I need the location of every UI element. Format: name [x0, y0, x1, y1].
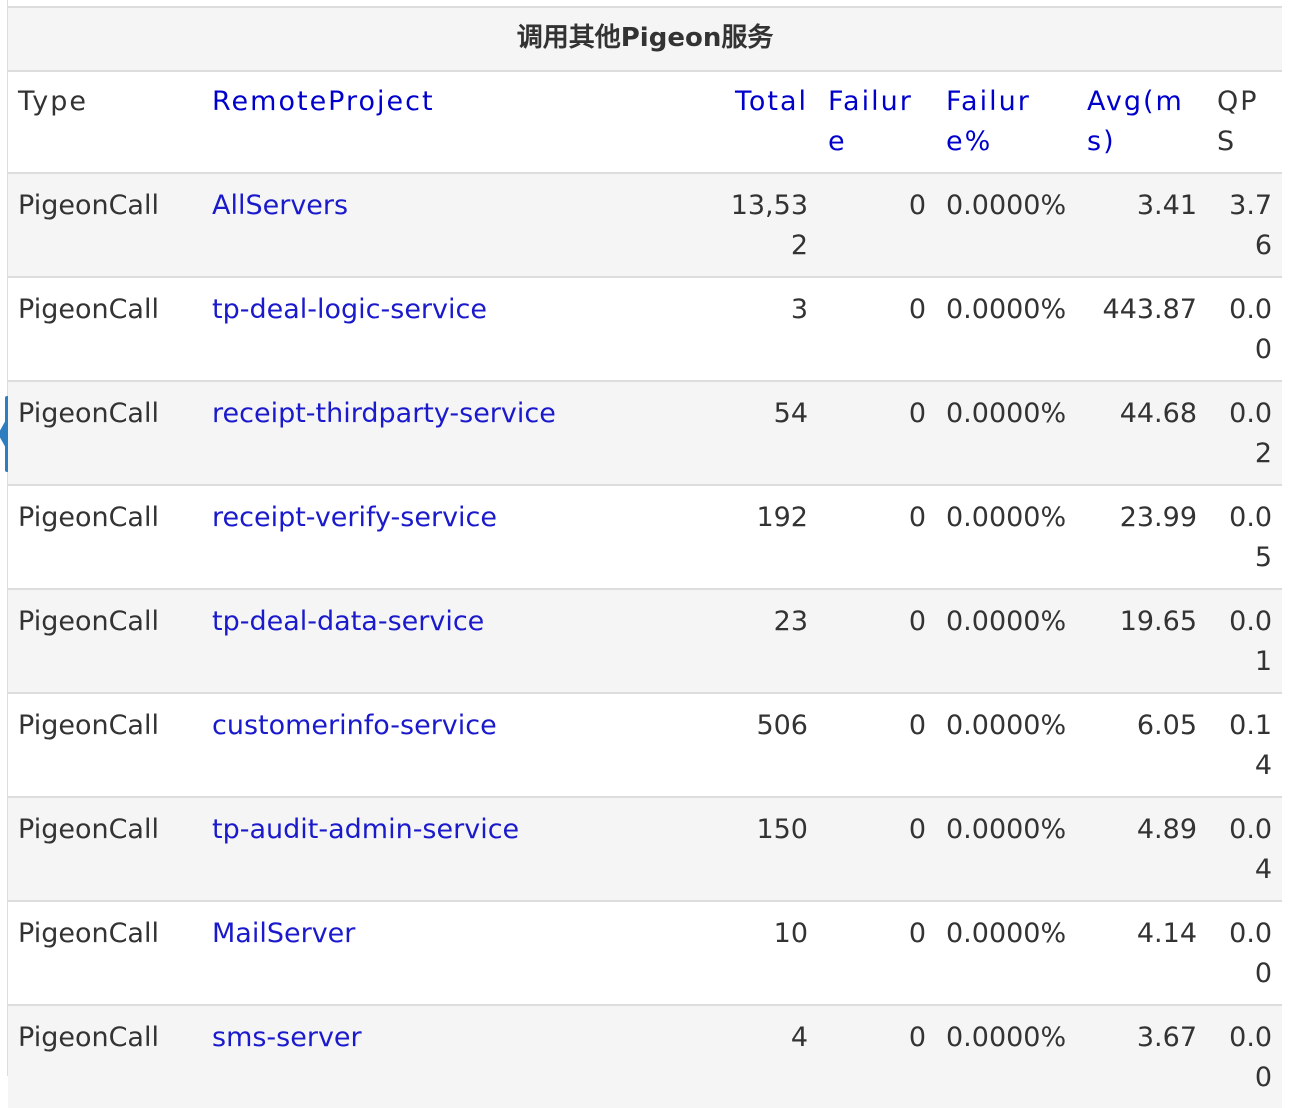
cell-total: 54	[708, 380, 818, 485]
cell-total: 192	[708, 484, 818, 589]
table-title-row: 调用其他Pigeon服务	[8, 6, 1283, 71]
cell-remote-project-link[interactable]: customerinfo-service	[202, 692, 708, 797]
cell-total: 150	[708, 796, 818, 901]
table-title: 调用其他Pigeon服务	[8, 6, 1283, 71]
cell-failure-pct: 0.0000%	[936, 276, 1077, 381]
cell-total: 506	[708, 692, 818, 797]
cell-total: 4	[708, 1004, 818, 1108]
column-header-failure-pct[interactable]: Failure%	[936, 70, 1077, 173]
cell-failure-pct: 0.0000%	[936, 484, 1077, 589]
cell-failure: 0	[818, 484, 936, 589]
cell-type: PigeonCall	[8, 172, 202, 277]
cell-failure: 0	[818, 692, 936, 797]
cell-avg: 4.89	[1077, 796, 1207, 901]
cell-avg: 443.87	[1077, 276, 1207, 381]
table-row: PigeonCall MailServer 10 0 0.0000% 4.14 0.00	[8, 900, 1283, 1005]
cell-failure-pct: 0.0000%	[936, 900, 1077, 1005]
cell-total: 23	[708, 588, 818, 693]
cell-type: PigeonCall	[8, 692, 202, 797]
cell-avg: 3.67	[1077, 1004, 1207, 1108]
cell-type: PigeonCall	[8, 900, 202, 1005]
cell-type: PigeonCall	[8, 276, 202, 381]
table-row: PigeonCall receipt-thirdparty-service 54 0 0…	[8, 380, 1283, 485]
cell-qps: 0.14	[1207, 692, 1283, 797]
cell-remote-project-link[interactable]: tp-deal-logic-service	[202, 276, 708, 381]
cell-failure: 0	[818, 380, 936, 485]
cell-failure: 0	[818, 588, 936, 693]
cell-avg: 4.14	[1077, 900, 1207, 1005]
cell-type: PigeonCall	[8, 796, 202, 901]
cell-qps: 0.05	[1207, 484, 1283, 589]
cell-type: PigeonCall	[8, 380, 202, 485]
cell-failure: 0	[818, 172, 936, 277]
column-header-remote-project[interactable]: RemoteProject	[202, 70, 708, 173]
cell-remote-project-link[interactable]: receipt-thirdparty-service	[202, 380, 708, 485]
cell-qps: 3.76	[1207, 172, 1283, 277]
cell-qps: 0.00	[1207, 900, 1283, 1005]
cell-total: 3	[708, 276, 818, 381]
cell-avg: 3.41	[1077, 172, 1207, 277]
cell-type: PigeonCall	[8, 588, 202, 693]
cell-remote-project-link[interactable]: MailServer	[202, 900, 708, 1005]
cell-type: PigeonCall	[8, 1004, 202, 1108]
column-header-failure[interactable]: Failure	[818, 70, 936, 173]
cell-failure-pct: 0.0000%	[936, 172, 1077, 277]
table-row: PigeonCall AllServers 13,532 0 0.0000% 3.41 3.…	[8, 172, 1283, 277]
cell-remote-project-link[interactable]: receipt-verify-service	[202, 484, 708, 589]
column-header-type: Type	[8, 70, 202, 173]
cell-qps: 0.00	[1207, 1004, 1283, 1108]
column-header-avg[interactable]: Avg(ms)	[1077, 70, 1207, 173]
table-row: PigeonCall tp-deal-logic-service 3 0 0.0000%…	[8, 276, 1283, 381]
cell-qps: 0.00	[1207, 276, 1283, 381]
column-header-total[interactable]: Total	[708, 70, 818, 173]
cell-remote-project-link[interactable]: tp-audit-admin-service	[202, 796, 708, 901]
pigeon-calls-table: 调用其他Pigeon服务 Type RemoteProject Total Fa…	[8, 6, 1283, 1108]
table-row: PigeonCall sms-server 4 0 0.0000% 3.67 0.00	[8, 1004, 1283, 1108]
cell-remote-project-link[interactable]: tp-deal-data-service	[202, 588, 708, 693]
table-header-row: Type RemoteProject Total Failure Failure…	[8, 70, 1283, 173]
column-header-qps: QPS	[1207, 70, 1283, 173]
cell-failure-pct: 0.0000%	[936, 796, 1077, 901]
sidebar-toggle[interactable]	[0, 392, 9, 476]
cell-remote-project-link[interactable]: AllServers	[202, 172, 708, 277]
cell-qps: 0.01	[1207, 588, 1283, 693]
cell-failure-pct: 0.0000%	[936, 692, 1077, 797]
cell-qps: 0.04	[1207, 796, 1283, 901]
cell-total: 13,532	[708, 172, 818, 277]
cell-qps: 0.02	[1207, 380, 1283, 485]
chevron-left-icon[interactable]	[0, 418, 7, 450]
cell-remote-project-link[interactable]: sms-server	[202, 1004, 708, 1108]
cell-failure: 0	[818, 796, 936, 901]
cell-failure-pct: 0.0000%	[936, 380, 1077, 485]
table-row: PigeonCall receipt-verify-service 192 0 0.00…	[8, 484, 1283, 589]
cell-failure: 0	[818, 900, 936, 1005]
cell-total: 10	[708, 900, 818, 1005]
cell-avg: 19.65	[1077, 588, 1207, 693]
cell-type: PigeonCall	[8, 484, 202, 589]
table-row: PigeonCall tp-audit-admin-service 150 0 0.00…	[8, 796, 1283, 901]
cell-failure-pct: 0.0000%	[936, 1004, 1077, 1108]
cell-failure-pct: 0.0000%	[936, 588, 1077, 693]
cell-failure: 0	[818, 276, 936, 381]
cell-avg: 6.05	[1077, 692, 1207, 797]
table-row: PigeonCall tp-deal-data-service 23 0 0.0000%…	[8, 588, 1283, 693]
cell-failure: 0	[818, 1004, 936, 1108]
cell-avg: 23.99	[1077, 484, 1207, 589]
table-row: PigeonCall customerinfo-service 506 0 0.0000…	[8, 692, 1283, 797]
cell-avg: 44.68	[1077, 380, 1207, 485]
